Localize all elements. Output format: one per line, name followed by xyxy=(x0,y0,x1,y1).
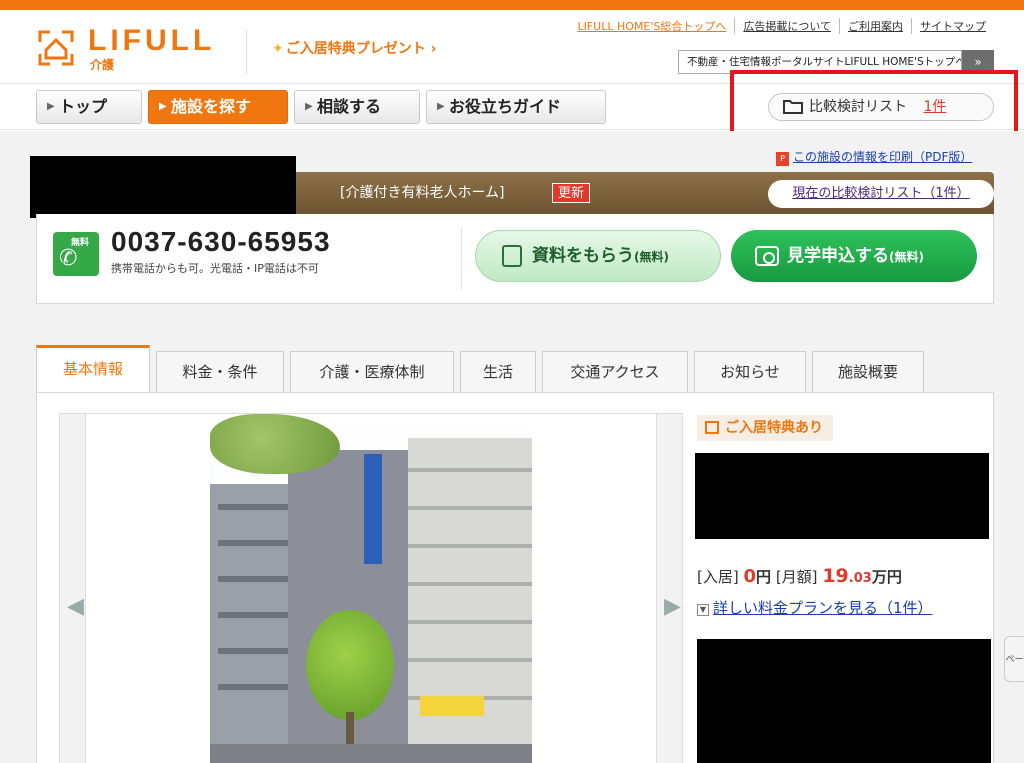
tab-overview[interactable]: 施設概要 xyxy=(812,351,924,393)
tab-basic-info[interactable]: 基本情報 xyxy=(36,345,150,395)
photo-balcony xyxy=(408,620,532,624)
logo-text: LIFULL xyxy=(88,24,216,57)
photo-clinic-sign xyxy=(364,454,382,564)
camera-icon xyxy=(755,246,779,266)
redacted-info-block-2 xyxy=(697,639,991,763)
photo-tree xyxy=(306,610,394,720)
print-pdf-link[interactable]: P この施設の情報を印刷（PDF版） xyxy=(776,148,972,166)
contact-box: 無料 ✆ 0037-630-65953 携帯電話からも可。光電話・IP電話は不可… xyxy=(36,214,994,304)
visit-request-free: (無料) xyxy=(889,250,924,264)
tab-care-medical[interactable]: 介護・医療体制 xyxy=(290,351,454,393)
move-in-value: 0 xyxy=(743,566,757,587)
move-in-unit: 円 xyxy=(756,568,772,586)
top-accent-bar xyxy=(0,0,1024,10)
tab-news[interactable]: お知らせ xyxy=(694,351,806,393)
tab-life[interactable]: 生活 xyxy=(460,351,536,393)
basic-info-panel: ◀ ▶ ご入居特典あり [入居] 0円 [月額] 19.03万円 ▼ 詳しい料金… xyxy=(36,392,994,763)
phone-icon: 無料 ✆ xyxy=(53,232,99,276)
monthly-unit: 万円 xyxy=(871,568,902,586)
nav-top[interactable]: ▶ トップ xyxy=(36,90,142,124)
sparkle-icon: ✦ xyxy=(272,41,284,57)
photo-window xyxy=(218,684,288,690)
photo-banner xyxy=(420,696,484,716)
logo-subtitle: 介護 xyxy=(90,58,115,72)
photo-window xyxy=(218,540,288,546)
promo-link[interactable]: ✦ ご入居特典プレゼント › xyxy=(272,38,436,58)
photo-gallery: ◀ ▶ xyxy=(59,413,683,763)
contact-divider xyxy=(461,228,462,290)
monthly-value-dec: .03 xyxy=(848,571,872,586)
chevron-right-icon: ▶ xyxy=(664,594,681,619)
phone-note: 携帯電話からも可。光電話・IP電話は不可 xyxy=(111,262,319,275)
util-link-lifull-top[interactable]: LIFULL HOME'S総合トップへ xyxy=(569,18,734,34)
tab-access[interactable]: 交通アクセス xyxy=(542,351,688,393)
util-link-sitemap[interactable]: サイトマップ xyxy=(911,18,994,34)
monthly-value-int: 19 xyxy=(822,565,849,587)
request-documents-label: 資料をもらう xyxy=(532,246,634,266)
fee-plan-link[interactable]: ▼ 詳しい料金プランを見る（1件） xyxy=(697,597,933,618)
header-divider xyxy=(246,30,247,74)
nav-guide[interactable]: ▶ お役立ちガイド xyxy=(426,90,606,124)
photo-balcony xyxy=(408,506,532,510)
promo-label: ご入居特典プレゼント › xyxy=(285,41,437,57)
lifull-logo[interactable]: LIFULL 介護 xyxy=(36,24,226,76)
gallery-next-button[interactable]: ▶ xyxy=(656,414,682,763)
current-compare-list-link[interactable]: 現在の比較検討リスト（1件） xyxy=(768,180,994,208)
util-link-guide[interactable]: ご利用案内 xyxy=(839,18,911,34)
gallery-prev-button[interactable]: ◀ xyxy=(60,414,86,763)
benefit-label: ご入居特典あり xyxy=(725,420,823,436)
chevron-right-icon: ▶ xyxy=(159,101,167,112)
redacted-facility-name-overlay xyxy=(30,156,296,218)
chevron-left-icon: ◀ xyxy=(67,594,84,619)
document-icon xyxy=(502,245,522,267)
side-page-tab[interactable]: ペー xyxy=(1004,636,1024,682)
chevron-right-icon: ▶ xyxy=(437,101,445,112)
visit-request-button[interactable]: 見学申込する(無料) xyxy=(731,230,977,282)
redacted-info-block xyxy=(695,453,989,539)
tab-fees[interactable]: 料金・条件 xyxy=(156,351,284,393)
phone-number[interactable]: 0037-630-65953 xyxy=(111,226,331,258)
price-summary: [入居] 0円 [月額] 19.03万円 xyxy=(697,565,902,587)
photo-balcony xyxy=(408,658,532,662)
pdf-icon: P xyxy=(776,152,789,166)
update-badge: 更新 xyxy=(552,183,591,203)
photo-window xyxy=(218,576,288,582)
chevron-right-icon: ▶ xyxy=(47,101,55,112)
move-in-label: [入居] xyxy=(697,568,739,586)
request-documents-free: (無料) xyxy=(634,250,669,264)
photo-window xyxy=(218,648,288,654)
photo-ground xyxy=(210,744,532,763)
photo-building-left xyxy=(210,484,300,763)
chevron-right-icon: ▶ xyxy=(305,101,313,112)
monthly-label: [月額] xyxy=(775,568,818,586)
facility-type: [介護付き有料老人ホーム] xyxy=(340,185,505,201)
house-logo-icon xyxy=(38,30,74,66)
gift-icon xyxy=(705,421,719,434)
move-in-benefit-badge: ご入居特典あり xyxy=(697,415,833,441)
photo-balcony xyxy=(408,544,532,548)
nav-search-facility[interactable]: ▶ 施設を探す xyxy=(148,90,288,124)
nav-consult[interactable]: ▶ 相談する xyxy=(294,90,420,124)
request-documents-button[interactable]: 資料をもらう(無料) xyxy=(475,230,721,282)
utility-links: LIFULL HOME'S総合トップへ 広告掲載について ご利用案内 サイトマッ… xyxy=(569,18,994,34)
photo-balcony xyxy=(408,468,532,472)
handset-icon: ✆ xyxy=(59,246,78,271)
visit-request-label: 見学申込する xyxy=(787,246,889,266)
photo-window xyxy=(218,612,288,618)
photo-window xyxy=(218,504,288,510)
facility-photo xyxy=(210,414,532,763)
photo-balcony xyxy=(408,582,532,586)
expand-icon: ▼ xyxy=(697,604,709,616)
facility-tabs: 基本情報 料金・条件 介護・医療体制 生活 交通アクセス お知らせ 施設概要 xyxy=(36,345,994,395)
util-link-advertising[interactable]: 広告掲載について xyxy=(734,18,839,34)
